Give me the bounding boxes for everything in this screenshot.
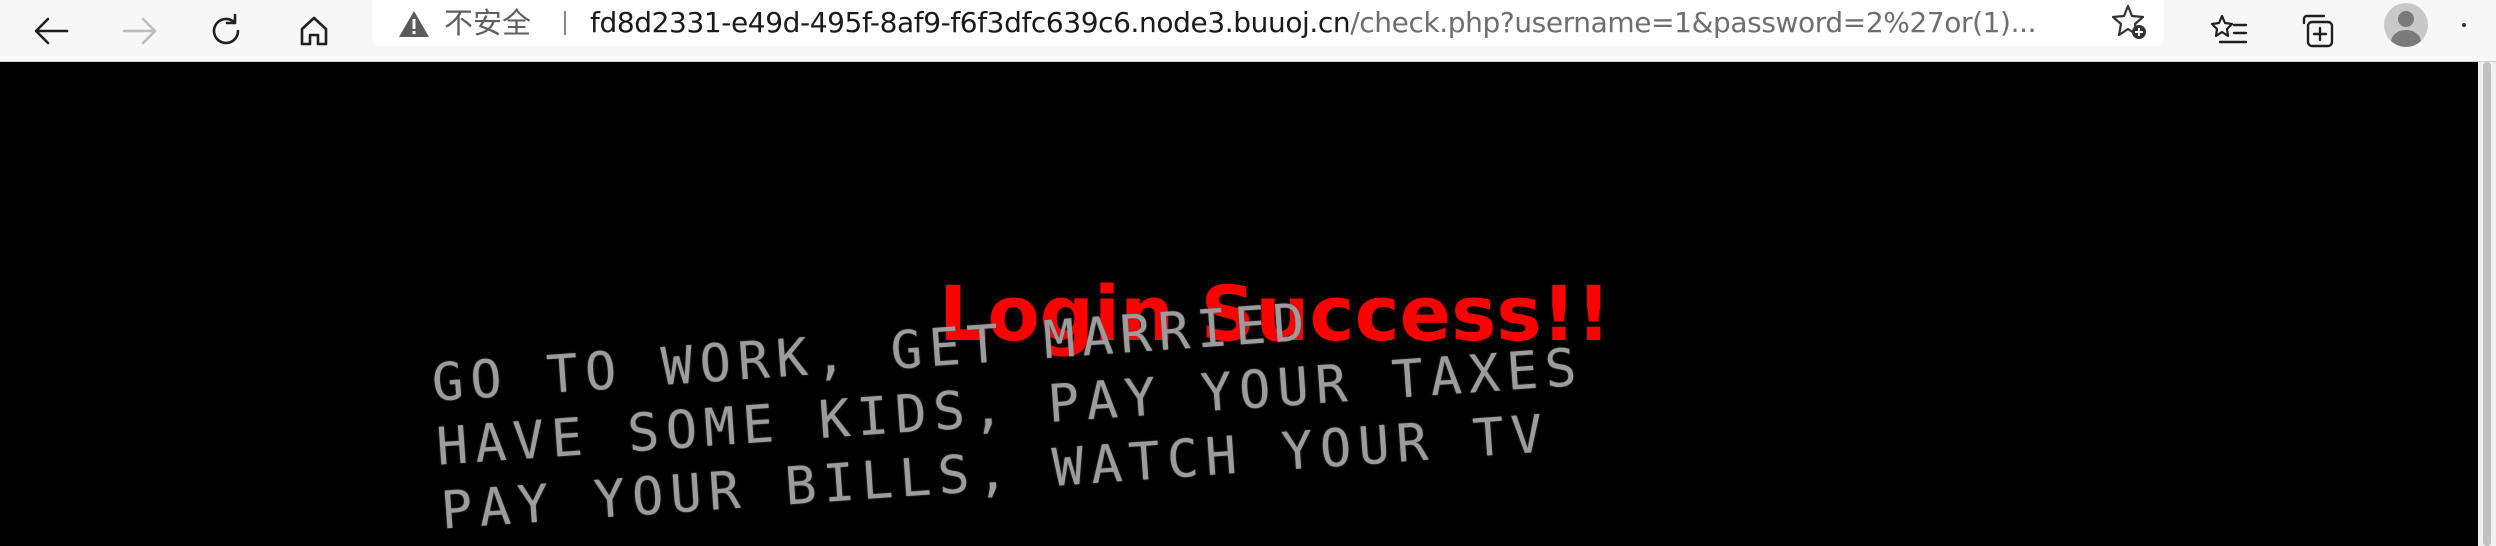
home-button[interactable]: [283, 0, 345, 62]
security-status-label[interactable]: 不安全: [444, 5, 531, 41]
home-icon: [296, 13, 332, 49]
address-bar[interactable]: 不安全 fd8d2331-e49d-495f-8af9-f6f3dfc639c6…: [372, 0, 2164, 46]
favorites-button[interactable]: [2198, 0, 2260, 62]
browser-toolbar: 不安全 fd8d2331-e49d-495f-8af9-f6f3dfc639c6…: [0, 0, 2496, 62]
avatar-icon[interactable]: [2384, 3, 2428, 47]
arrow-right-icon: [122, 16, 158, 46]
favorites-list-icon: [2210, 13, 2248, 49]
back-button[interactable]: [20, 0, 82, 62]
scrollbar-thumb[interactable]: [2483, 62, 2491, 546]
url-host: fd8d2331-e49d-495f-8af9-f6f3dfc639c6.nod…: [590, 6, 1351, 39]
url-text[interactable]: fd8d2331-e49d-495f-8af9-f6f3dfc639c6.nod…: [590, 5, 2036, 41]
collections-button[interactable]: [2286, 0, 2348, 62]
add-favorite-button[interactable]: [2110, 4, 2150, 44]
star-add-icon: [2111, 3, 2149, 45]
arrow-left-icon: [33, 16, 69, 46]
address-divider: [564, 11, 566, 35]
page-content: Login Success!! GO TO WORK, GET MARRIED …: [0, 62, 2496, 546]
forward-button[interactable]: [109, 0, 171, 62]
collections-icon: [2298, 13, 2336, 49]
warning-triangle-icon[interactable]: [398, 10, 430, 42]
vertical-scrollbar[interactable]: [2478, 62, 2496, 546]
more-icon[interactable]: [2462, 23, 2466, 27]
refresh-button[interactable]: [195, 0, 257, 62]
refresh-icon: [208, 13, 244, 49]
url-path: /check.php?username=1&password=2%27or(1)…: [1350, 6, 2037, 39]
